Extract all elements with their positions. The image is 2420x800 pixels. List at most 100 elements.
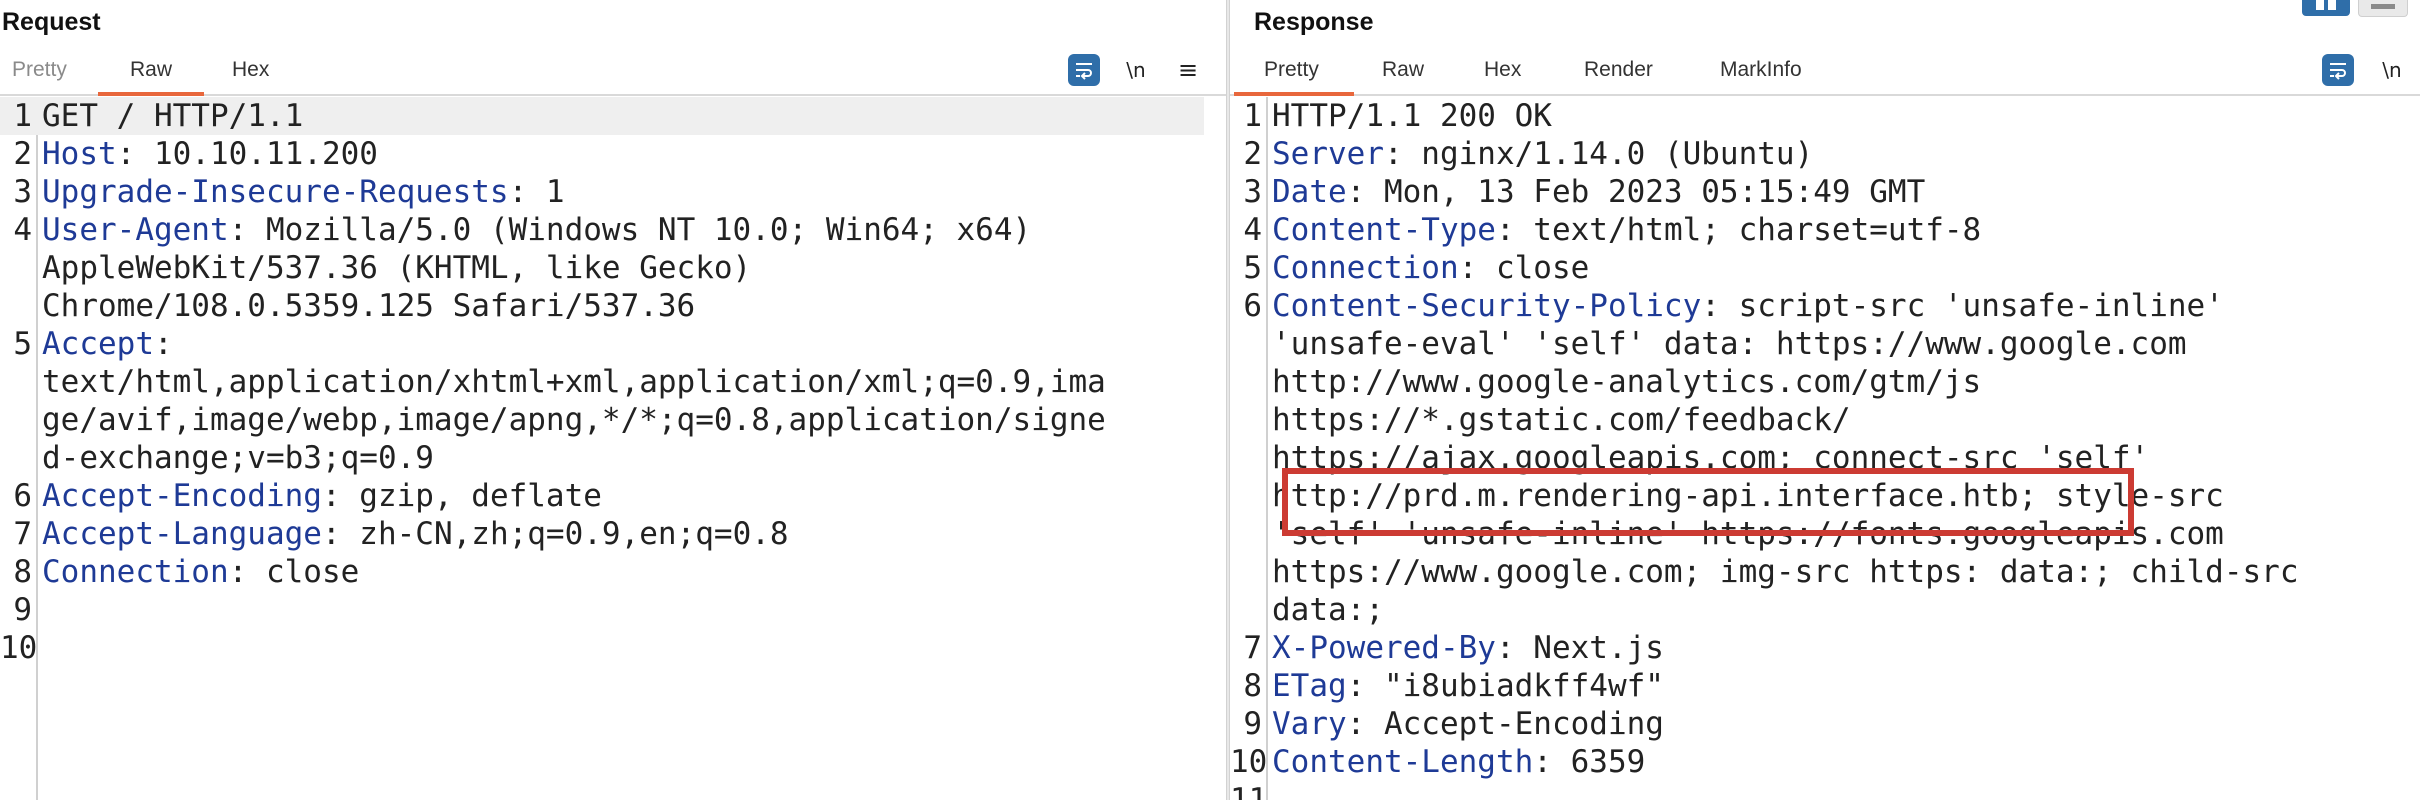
request-tab-raw[interactable]: Raw [130,58,172,82]
code-line[interactable]: 5 Connection: close [1230,249,2398,287]
code-line[interactable]: https://*.gstatic.com/feedback/ [1230,401,2398,439]
header-value: : Mon, 13 Feb 2023 05:15:49 GMT [1346,174,1926,210]
code-line[interactable]: 8 ETag: "i8ubiadkff4wf" [1230,667,2398,705]
header-line: Upgrade-Insecure-Requests: 1 [42,173,565,211]
request-tab-hex[interactable]: Hex [232,58,269,82]
code-line[interactable]: http://prd.m.rendering-api.interface.htb… [1230,477,2398,515]
code-text: HTTP/1.1 200 OK [1272,98,1552,134]
code-text: GET / HTTP/1.1 [42,98,304,134]
layout-stack-button[interactable] [2358,0,2408,17]
code-line[interactable]: https://www.google.com; img-src https: d… [1230,553,2398,591]
code-line[interactable]: 2 Host: 10.10.11.200 [0,135,1204,173]
code-line[interactable]: 10 Content-Length: 6359 [1230,743,2398,781]
line-number: 11 [1230,782,1268,800]
code-line[interactable]: 'self' 'unsafe-inline' https://fonts.goo… [1230,515,2398,553]
line-number: 4 [13,212,32,248]
code-line[interactable]: 3 Date: Mon, 13 Feb 2023 05:15:49 GMT [1230,173,2398,211]
header-name: User-Agent [42,212,229,248]
code-line[interactable]: 'unsafe-eval' 'self' data: https://www.g… [1230,325,2398,363]
code-text: d-exchange;v=b3;q=0.9 [42,440,434,476]
code-line[interactable]: d-exchange;v=b3;q=0.9 [0,439,1204,477]
response-active-tab-indicator [1234,92,1354,96]
header-line: ETag: "i8ubiadkff4wf" [1272,667,1664,705]
request-tabbar: Pretty Raw Hex \n ≡ [0,48,1226,96]
code-line[interactable]: data:; [1230,591,2398,629]
response-tab-markinfo[interactable]: MarkInfo [1720,58,1802,82]
code-line[interactable]: 1 GET / HTTP/1.1 [0,97,1204,135]
request-newline-toggle[interactable]: \n [1120,54,1152,86]
layout-split-button[interactable] [2302,0,2350,16]
code-line[interactable]: text/html,application/xhtml+xml,applicat… [0,363,1204,401]
word-wrap-icon [2330,63,2346,80]
code-line[interactable]: 7 Accept-Language: zh-CN,zh;q=0.9,en;q=0.… [0,515,1204,553]
code-text: data:; [1272,592,1384,628]
code-line[interactable]: 7 X-Powered-By: Next.js [1230,629,2398,667]
line-number: 9 [13,592,32,628]
header-name: Accept-Language [42,516,322,552]
request-active-tab-indicator [98,92,204,96]
code-text: https://www.google.com; img-src https: d… [1272,554,2299,590]
line-number: 8 [1243,668,1262,704]
header-line: User-Agent: Mozilla/5.0 (Windows NT 10.0… [42,211,1031,249]
response-editor[interactable]: 1 HTTP/1.1 200 OK 2 Server: nginx/1.14.0 (U… [1230,97,2420,800]
line-number: 7 [13,516,32,552]
code-line[interactable]: AppleWebKit/537.36 (KHTML, like Gecko) [0,249,1204,287]
line-number: 9 [1243,706,1262,742]
word-wrap-icon [1076,63,1092,80]
line-number: 3 [13,174,32,210]
hamburger-menu-icon: ≡ [1177,56,1199,84]
code-line[interactable]: 1 HTTP/1.1 200 OK [1230,97,2398,135]
header-value: : close [228,554,360,590]
request-pane: Request Pretty Raw Hex \n ≡ 1 GET / HTTP/… [0,0,1226,800]
code-line[interactable]: http://www.google-analytics.com/gtm/js [1230,363,2398,401]
code-line[interactable]: 6 Accept-Encoding: gzip, deflate [0,477,1204,515]
header-value: : close [1458,250,1590,286]
code-text: 'unsafe-eval' 'self' data: https://www.g… [1272,326,2187,362]
code-line[interactable]: 6 Content-Security-Policy: script-src 'un… [1230,287,2398,325]
response-newline-toggle[interactable]: \n [2376,54,2408,86]
code-line[interactable]: 11 [1230,781,2398,800]
request-menu-button[interactable]: ≡ [1174,54,1202,86]
code-text: http://www.google-analytics.com/gtm/js [1272,364,1982,400]
response-wrap-button[interactable] [2322,54,2354,86]
line-number: 1 [1243,98,1262,134]
line-number: 2 [1243,136,1262,172]
code-line[interactable]: 9 Vary: Accept-Encoding [1230,705,2398,743]
response-tab-pretty[interactable]: Pretty [1264,58,1319,82]
header-name: Content-Security-Policy [1272,288,1702,324]
code-text: Chrome/108.0.5359.125 Safari/537.36 [42,288,696,324]
code-line[interactable]: 4 Content-Type: text/html; charset=utf-8 [1230,211,2398,249]
request-tab-pretty[interactable]: Pretty [12,58,67,82]
code-line[interactable]: 9 [0,591,1204,629]
header-value: : nginx/1.14.0 (Ubuntu) [1383,136,1814,172]
header-line: Accept-Encoding: gzip, deflate [42,477,602,515]
response-tab-hex[interactable]: Hex [1484,58,1521,82]
code-line[interactable]: https://ajax.googleapis.com; connect-src… [1230,439,2398,477]
response-tab-raw[interactable]: Raw [1382,58,1424,82]
code-line[interactable]: 5 Accept: [0,325,1204,363]
code-line[interactable]: 3 Upgrade-Insecure-Requests: 1 [0,173,1204,211]
line-number: 6 [13,478,32,514]
response-pane: Response Pretty Raw Hex Render MarkInfo … [1230,0,2420,800]
response-tab-render[interactable]: Render [1584,58,1653,82]
newline-toggle-icon: \n [2382,58,2402,82]
code-line[interactable]: ge/avif,image/webp,image/apng,*/*;q=0.8,… [0,401,1204,439]
code-line[interactable]: 8 Connection: close [0,553,1204,591]
header-name: Connection [1272,250,1459,286]
newline-toggle-icon: \n [1126,58,1146,82]
code-line[interactable]: Chrome/108.0.5359.125 Safari/537.36 [0,287,1204,325]
code-line[interactable]: 10 [0,629,1204,667]
request-editor[interactable]: 1 GET / HTTP/1.1 2 Host: 10.10.11.200 3 Upgra… [0,97,1226,800]
header-name: Accept-Encoding [42,478,322,514]
header-line: Vary: Accept-Encoding [1272,705,1664,743]
request-wrap-button[interactable] [1068,54,1100,86]
line-number: 1 [13,98,32,134]
header-name: Upgrade-Insecure-Requests [42,174,509,210]
code-line[interactable]: 4 User-Agent: Mozilla/5.0 (Windows NT 10.… [0,211,1204,249]
header-value: : 1 [508,174,565,210]
code-line[interactable]: 2 Server: nginx/1.14.0 (Ubuntu) [1230,135,2398,173]
header-name: Content-Type [1272,212,1496,248]
line-number: 7 [1243,630,1262,666]
header-value: : 10.10.11.200 [116,136,378,172]
header-name: Host [42,136,117,172]
